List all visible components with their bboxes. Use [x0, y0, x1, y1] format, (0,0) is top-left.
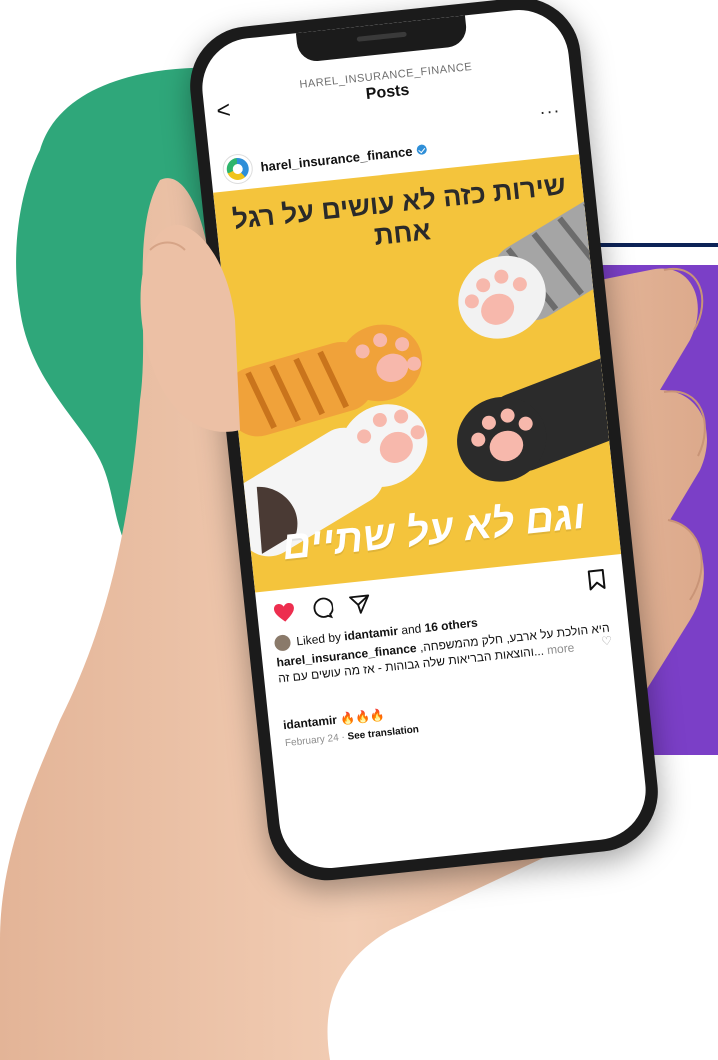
liked-user[interactable]: idantamir [344, 624, 399, 644]
post-image[interactable]: שירות כזה לא עושים על רגל אחת וגם לא על … [213, 154, 622, 593]
verified-icon [416, 144, 428, 156]
share-icon[interactable] [346, 590, 375, 619]
liked-mid: and [400, 621, 422, 638]
like-heart-icon[interactable] [270, 598, 299, 627]
meta-separator: · [340, 731, 346, 744]
phone-screen: < HAREL_INSURANCE_FINANCE Posts ··· hare… [197, 5, 651, 873]
comment-icon[interactable] [308, 594, 337, 623]
bookmark-icon[interactable] [582, 565, 611, 594]
post-date: February 24 [284, 732, 340, 750]
liked-count[interactable]: 16 others [424, 615, 479, 635]
scene: < HAREL_INSURANCE_FINANCE Posts ··· hare… [0, 0, 718, 1060]
avatar[interactable] [221, 152, 255, 186]
liker-avatar [273, 634, 292, 652]
liked-prefix: Liked by [295, 629, 342, 649]
caption-more-link[interactable]: more [546, 640, 575, 657]
comment-like-icon[interactable]: ♡ [601, 633, 613, 648]
comment-username[interactable]: idantamir [282, 713, 337, 733]
post-username[interactable]: harel_insurance_finance [260, 143, 413, 174]
comment-text: 🔥🔥🔥 [339, 707, 386, 727]
phone-notch [295, 15, 469, 64]
see-translation-link[interactable]: See translation [347, 724, 419, 742]
